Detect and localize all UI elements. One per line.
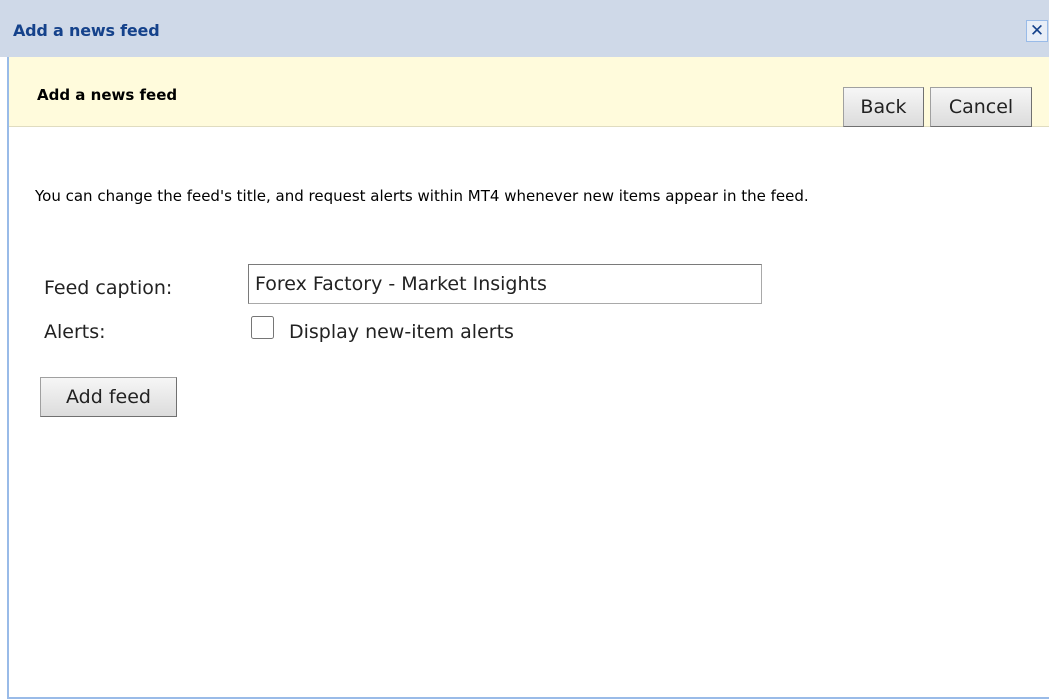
alerts-label: Alerts:	[44, 321, 106, 343]
add-news-feed-dialog: Add a news feed ✕ Add a news feed Back C…	[0, 0, 1049, 699]
alerts-checkbox[interactable]	[251, 316, 274, 339]
dialog-title: Add a news feed	[13, 21, 160, 40]
dialog-titlebar: Add a news feed	[0, 0, 1049, 57]
dialog-body: Add a news feed Back Cancel You can chan…	[7, 57, 1049, 699]
header-title: Add a news feed	[37, 86, 178, 104]
alerts-checkbox-label[interactable]: Display new-item alerts	[289, 321, 514, 343]
close-icon: ✕	[1029, 21, 1045, 41]
feed-caption-input[interactable]	[248, 264, 762, 304]
description-text: You can change the feed's title, and req…	[35, 187, 809, 205]
add-feed-button[interactable]: Add feed	[40, 377, 177, 417]
cancel-button[interactable]: Cancel	[930, 87, 1032, 127]
back-button[interactable]: Back	[843, 87, 924, 127]
close-button[interactable]: ✕	[1026, 20, 1048, 42]
feed-caption-label: Feed caption:	[44, 277, 173, 299]
header-band: Add a news feed Back Cancel	[9, 57, 1049, 127]
